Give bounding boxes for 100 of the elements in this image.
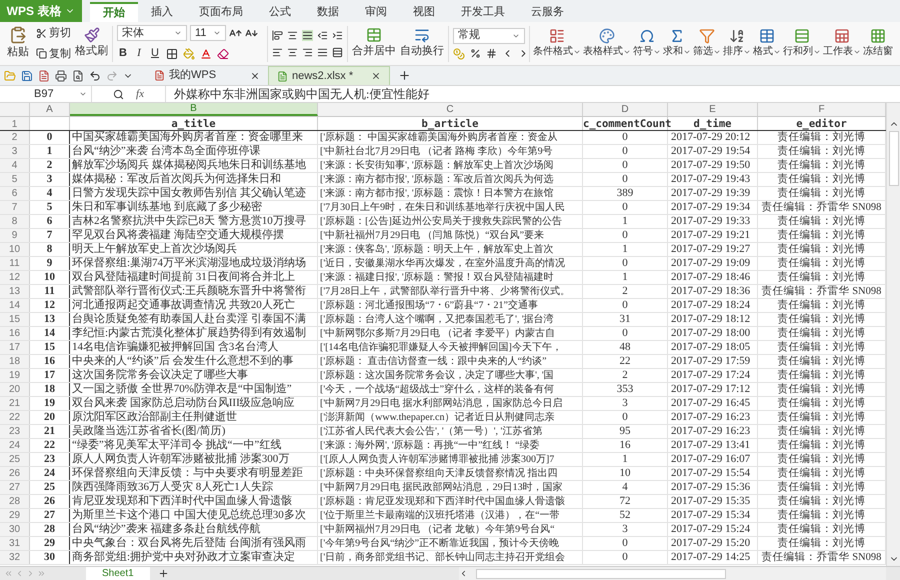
name-box[interactable]: B97 [0, 86, 92, 102]
sort-icon[interactable] [729, 28, 745, 44]
document-tab[interactable]: 我的WPS [146, 66, 268, 85]
font-color-icon[interactable] [200, 48, 212, 60]
paste-button[interactable]: 粘贴 [4, 26, 32, 61]
ribbon-tool-button[interactable]: 符号 [633, 28, 661, 59]
align-middle-icon[interactable] [287, 30, 298, 40]
paintbrush-icon[interactable] [84, 27, 100, 44]
ribbon-tab[interactable]: 开始 [90, 2, 138, 22]
wrap-text-icon[interactable] [414, 27, 430, 44]
eraser-icon[interactable] [217, 48, 229, 60]
table-cell: 1 [583, 243, 668, 256]
grid-icon[interactable] [870, 28, 886, 44]
table-icon[interactable] [759, 28, 775, 44]
ribbon-tool-button[interactable]: 格式 [753, 28, 781, 59]
row-number: 11 [0, 257, 30, 270]
list-format-icon[interactable] [549, 28, 565, 44]
border-icon[interactable] [166, 48, 178, 60]
preview-icon[interactable] [72, 70, 84, 82]
clipboard-icon[interactable] [9, 26, 27, 44]
merge-center-button[interactable]: 合并居中 [352, 27, 396, 60]
align-right-icon[interactable] [302, 46, 313, 58]
table-cell: 31 [583, 313, 668, 326]
table-cell: ['来源：长安街知事', '原标题：解放军史上首次沙场阅 [318, 159, 583, 172]
cut-button[interactable]: 剪切 [36, 25, 71, 42]
table-cell: 2017-07-29 18:36 [668, 285, 758, 298]
table-cell: 2017-07-29 17:59 [668, 355, 758, 368]
ribbon-tool-button[interactable]: 排序 [723, 28, 751, 59]
ribbon-tool-button[interactable]: 条件格式 [533, 28, 581, 59]
copy-button[interactable]: 复制 [36, 46, 71, 62]
search-icon[interactable] [113, 88, 124, 100]
print-icon[interactable] [55, 70, 67, 82]
table-cell: 2017-07-29 19:39 [668, 187, 758, 200]
formula-input[interactable]: 外媒称中东非洲国家或购中国无人机:便宜性能好 [166, 86, 900, 102]
vertical-scrollbar[interactable] [886, 103, 900, 566]
merge-cells-icon[interactable] [366, 27, 382, 44]
fill-color-icon[interactable] [183, 48, 195, 60]
ribbon-tab[interactable]: 视图 [400, 2, 448, 22]
underline-button[interactable]: U [149, 45, 161, 62]
scroll-thumb[interactable] [888, 131, 898, 186]
document-tab[interactable]: news2.xlsx * [268, 66, 390, 85]
italic-button[interactable]: I [134, 45, 144, 62]
table-cell: 中央气象台：双台风将先后登陆 台闽浙有强风雨 [70, 537, 318, 550]
column-header[interactable]: E [668, 103, 758, 116]
justify-icon[interactable] [317, 46, 328, 58]
ribbon-tool-button[interactable]: 工作表 [823, 28, 861, 59]
table-cell: 25 [30, 481, 70, 494]
bold-button[interactable]: B [117, 45, 129, 62]
row-number: 29 [0, 509, 30, 522]
table-cell: 3 [583, 523, 668, 536]
table-cell: 23 [30, 453, 70, 466]
palette-icon[interactable] [599, 28, 615, 44]
column-header[interactable]: C [318, 103, 583, 116]
ribbon-tab[interactable]: 开发工具 [448, 2, 518, 22]
ribbon-tab[interactable]: 审阅 [352, 2, 400, 22]
align-top-icon[interactable] [272, 30, 283, 40]
app-menu-button[interactable]: WPS 表格 [0, 0, 82, 22]
copy-icon[interactable] [36, 48, 47, 60]
table-cell: 朱日和军事训练基地 到底藏了多少秘密 [70, 201, 318, 214]
thousands-icon[interactable] [486, 48, 497, 59]
outdent-icon[interactable] [317, 30, 328, 40]
horizontal-scrollbar[interactable] [458, 567, 886, 580]
column-header[interactable]: D [583, 103, 668, 116]
ribbon-tab[interactable]: 插入 [138, 2, 186, 22]
distribute-icon[interactable] [332, 46, 343, 58]
wrap-text-button[interactable]: 自动换行 [400, 27, 444, 60]
ribbon-tab[interactable]: 数据 [304, 2, 352, 22]
indent-icon[interactable] [332, 30, 343, 40]
function-label[interactable]: fx [136, 86, 144, 102]
save-icon[interactable] [21, 70, 33, 82]
ribbon-tool-button[interactable]: 筛选 [693, 28, 721, 59]
ribbon-tool-button[interactable]: 行和列 [783, 28, 821, 59]
scissors-icon[interactable] [36, 28, 47, 39]
percent-icon[interactable] [470, 48, 481, 59]
ribbon-tab[interactable]: 页面布局 [186, 2, 256, 22]
format-painter-button[interactable]: 格式刷 [75, 27, 108, 60]
add-sheet-icon[interactable] [158, 568, 169, 579]
scroll-thumb[interactable] [476, 568, 726, 578]
font-name-dropdown[interactable]: 宋体 [117, 25, 187, 42]
ribbon-tab[interactable]: 云服务 [518, 2, 577, 22]
pdf-icon[interactable] [38, 70, 50, 82]
new-tab-icon[interactable] [398, 69, 411, 82]
undo-icon[interactable] [89, 70, 101, 82]
close-icon[interactable] [250, 70, 260, 80]
align-center-icon[interactable] [287, 46, 298, 58]
sheet-icon[interactable] [834, 28, 850, 44]
column-header[interactable]: B [70, 103, 318, 116]
rows-icon[interactable] [794, 28, 810, 44]
align-bottom-icon[interactable] [302, 30, 313, 40]
number-format-dropdown[interactable]: 常规 [453, 28, 525, 44]
ribbon-tool-button[interactable]: 冻结窗 [863, 28, 893, 59]
ribbon-tool-button[interactable]: 表格样式 [583, 28, 631, 59]
ribbon-tab[interactable]: 公式 [256, 2, 304, 22]
align-left-icon[interactable] [272, 46, 283, 58]
ribbon-tool-button[interactable]: 求和 [663, 28, 691, 59]
sheet-tab[interactable]: Sheet1 [86, 567, 150, 580]
funnel-icon[interactable] [699, 28, 715, 44]
font-size-dropdown[interactable]: 11 [190, 25, 226, 42]
omega-icon[interactable] [639, 28, 655, 44]
close-icon[interactable] [371, 71, 381, 81]
